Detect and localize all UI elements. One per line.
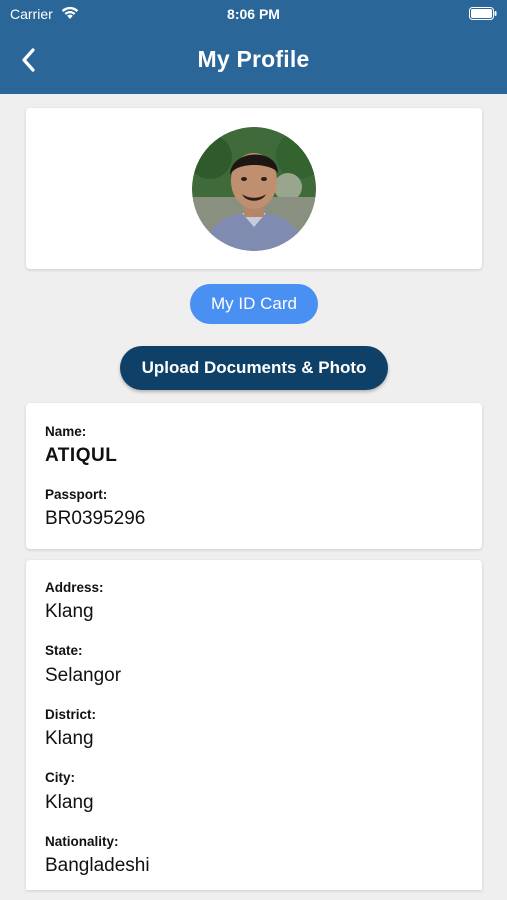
name-label: Name:: [45, 424, 87, 439]
upload-documents-button[interactable]: Upload Documents & Photo: [120, 346, 388, 390]
address-value: Klang: [45, 601, 94, 622]
district-label: District:: [45, 707, 97, 722]
city-label: City:: [45, 770, 75, 785]
nationality-value: Bangladeshi: [45, 855, 150, 876]
state-value: Selangor: [45, 665, 122, 686]
nav-bar: My Profile: [0, 28, 507, 94]
state-label: State:: [45, 643, 83, 658]
status-time: 8:06 PM: [227, 6, 280, 22]
name-value: ATIQUL: [45, 445, 118, 466]
passport-value: BR0395296: [45, 508, 146, 529]
nationality-label: Nationality:: [45, 834, 119, 849]
city-value: Klang: [45, 792, 94, 813]
avatar[interactable]: [192, 127, 316, 251]
battery-icon: [469, 7, 497, 20]
app-header: Carrier 8:06 PM My Profile: [0, 0, 507, 94]
address-card: Address: Klang State: Selangor District:…: [26, 560, 482, 890]
identity-card: Name: ATIQUL Passport: BR0395296: [26, 403, 482, 549]
address-label: Address:: [45, 580, 104, 595]
page-title: My Profile: [197, 46, 310, 72]
my-id-card-button[interactable]: My ID Card: [190, 284, 318, 324]
status-bar: Carrier 8:06 PM: [0, 0, 507, 28]
avatar-card: [26, 108, 482, 269]
passport-label: Passport:: [45, 487, 108, 502]
district-value: Klang: [45, 728, 94, 749]
